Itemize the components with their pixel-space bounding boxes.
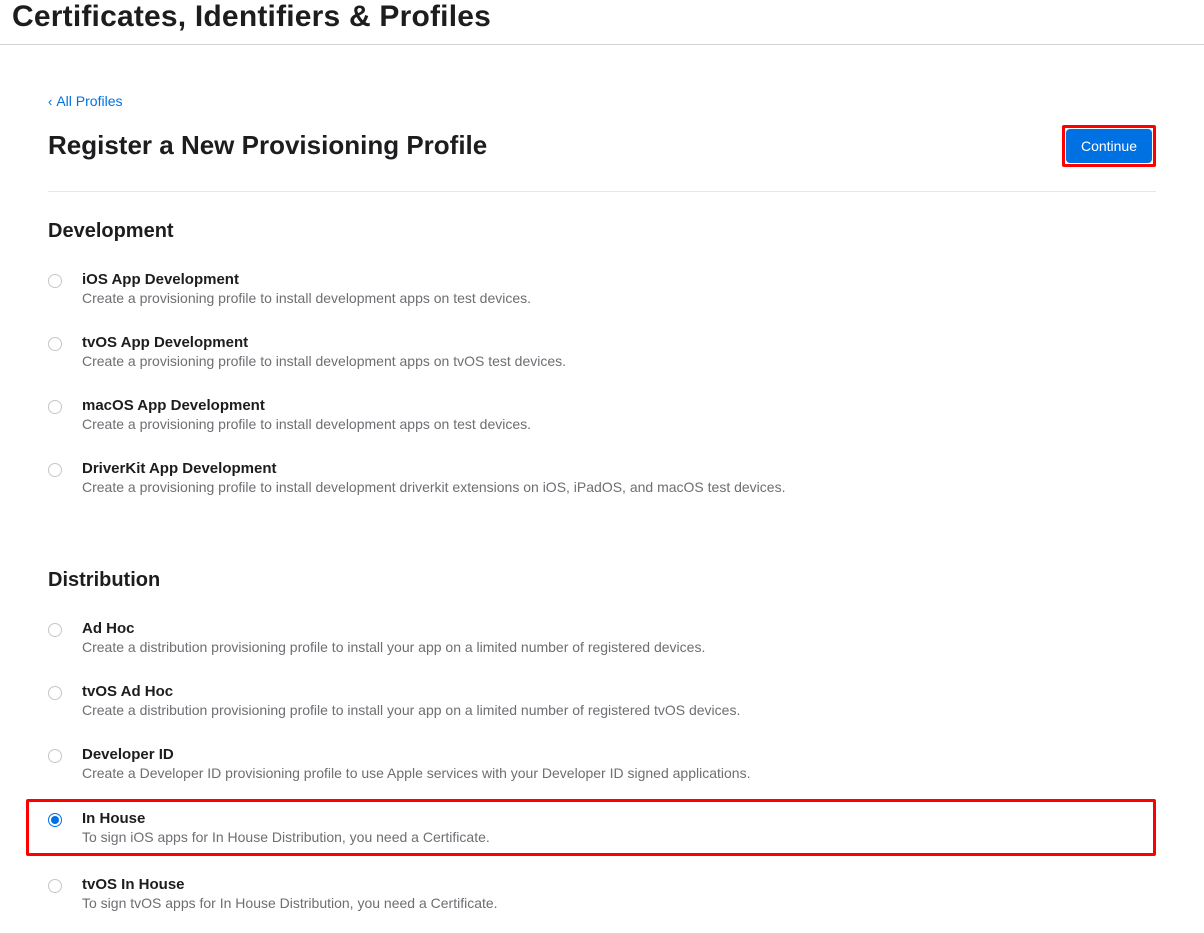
development-heading: Development: [48, 220, 1156, 243]
radio-icon[interactable]: [48, 813, 62, 827]
radio-icon[interactable]: [48, 879, 62, 893]
option-in-house[interactable]: In House To sign iOS apps for In House D…: [26, 799, 1156, 856]
chevron-left-icon: ‹: [48, 94, 52, 109]
option-title: iOS App Development: [82, 271, 531, 288]
option-title: DriverKit App Development: [82, 460, 785, 477]
option-desc: Create a provisioning profile to install…: [82, 353, 566, 369]
option-title: macOS App Development: [82, 397, 531, 414]
option-driverkit-app-development[interactable]: DriverKit App Development Create a provi…: [48, 454, 1156, 517]
development-options: iOS App Development Create a provisionin…: [48, 265, 1156, 517]
option-ios-app-development[interactable]: iOS App Development Create a provisionin…: [48, 265, 1156, 328]
radio-icon[interactable]: [48, 463, 62, 477]
radio-icon[interactable]: [48, 400, 62, 414]
option-desc: Create a provisioning profile to install…: [82, 479, 785, 495]
option-desc: Create a provisioning profile to install…: [82, 290, 531, 306]
option-tvos-in-house[interactable]: tvOS In House To sign tvOS apps for In H…: [48, 870, 1156, 933]
back-link-label: All Profiles: [56, 93, 122, 109]
option-desc: To sign iOS apps for In House Distributi…: [82, 829, 490, 845]
distribution-heading: Distribution: [48, 569, 1156, 592]
option-title: In House: [82, 810, 490, 827]
distribution-options: Ad Hoc Create a distribution provisionin…: [48, 614, 1156, 933]
option-developer-id[interactable]: Developer ID Create a Developer ID provi…: [48, 740, 1156, 803]
back-all-profiles-link[interactable]: ‹ All Profiles: [48, 93, 122, 109]
option-title: Developer ID: [82, 746, 750, 763]
continue-button-highlight: Continue: [1062, 125, 1156, 167]
option-title: tvOS Ad Hoc: [82, 683, 740, 700]
option-desc: Create a provisioning profile to install…: [82, 416, 531, 432]
radio-icon[interactable]: [48, 749, 62, 763]
radio-icon[interactable]: [48, 274, 62, 288]
page-header: Certificates, Identifiers & Profiles: [0, 0, 1204, 45]
option-tvos-ad-hoc[interactable]: tvOS Ad Hoc Create a distribution provis…: [48, 677, 1156, 740]
option-desc: Create a distribution provisioning profi…: [82, 702, 740, 718]
radio-icon[interactable]: [48, 686, 62, 700]
page-title: Certificates, Identifiers & Profiles: [12, 0, 1192, 34]
option-title: tvOS In House: [82, 876, 498, 893]
option-macos-app-development[interactable]: macOS App Development Create a provision…: [48, 391, 1156, 454]
option-desc: Create a distribution provisioning profi…: [82, 639, 705, 655]
title-row: Register a New Provisioning Profile Cont…: [48, 125, 1156, 192]
option-ad-hoc[interactable]: Ad Hoc Create a distribution provisionin…: [48, 614, 1156, 677]
option-tvos-app-development[interactable]: tvOS App Development Create a provisioni…: [48, 328, 1156, 391]
register-title: Register a New Provisioning Profile: [48, 130, 487, 161]
continue-button[interactable]: Continue: [1066, 129, 1152, 163]
option-desc: Create a Developer ID provisioning profi…: [82, 765, 750, 781]
option-title: tvOS App Development: [82, 334, 566, 351]
radio-icon[interactable]: [48, 337, 62, 351]
option-title: Ad Hoc: [82, 620, 705, 637]
radio-icon[interactable]: [48, 623, 62, 637]
option-desc: To sign tvOS apps for In House Distribut…: [82, 895, 498, 911]
